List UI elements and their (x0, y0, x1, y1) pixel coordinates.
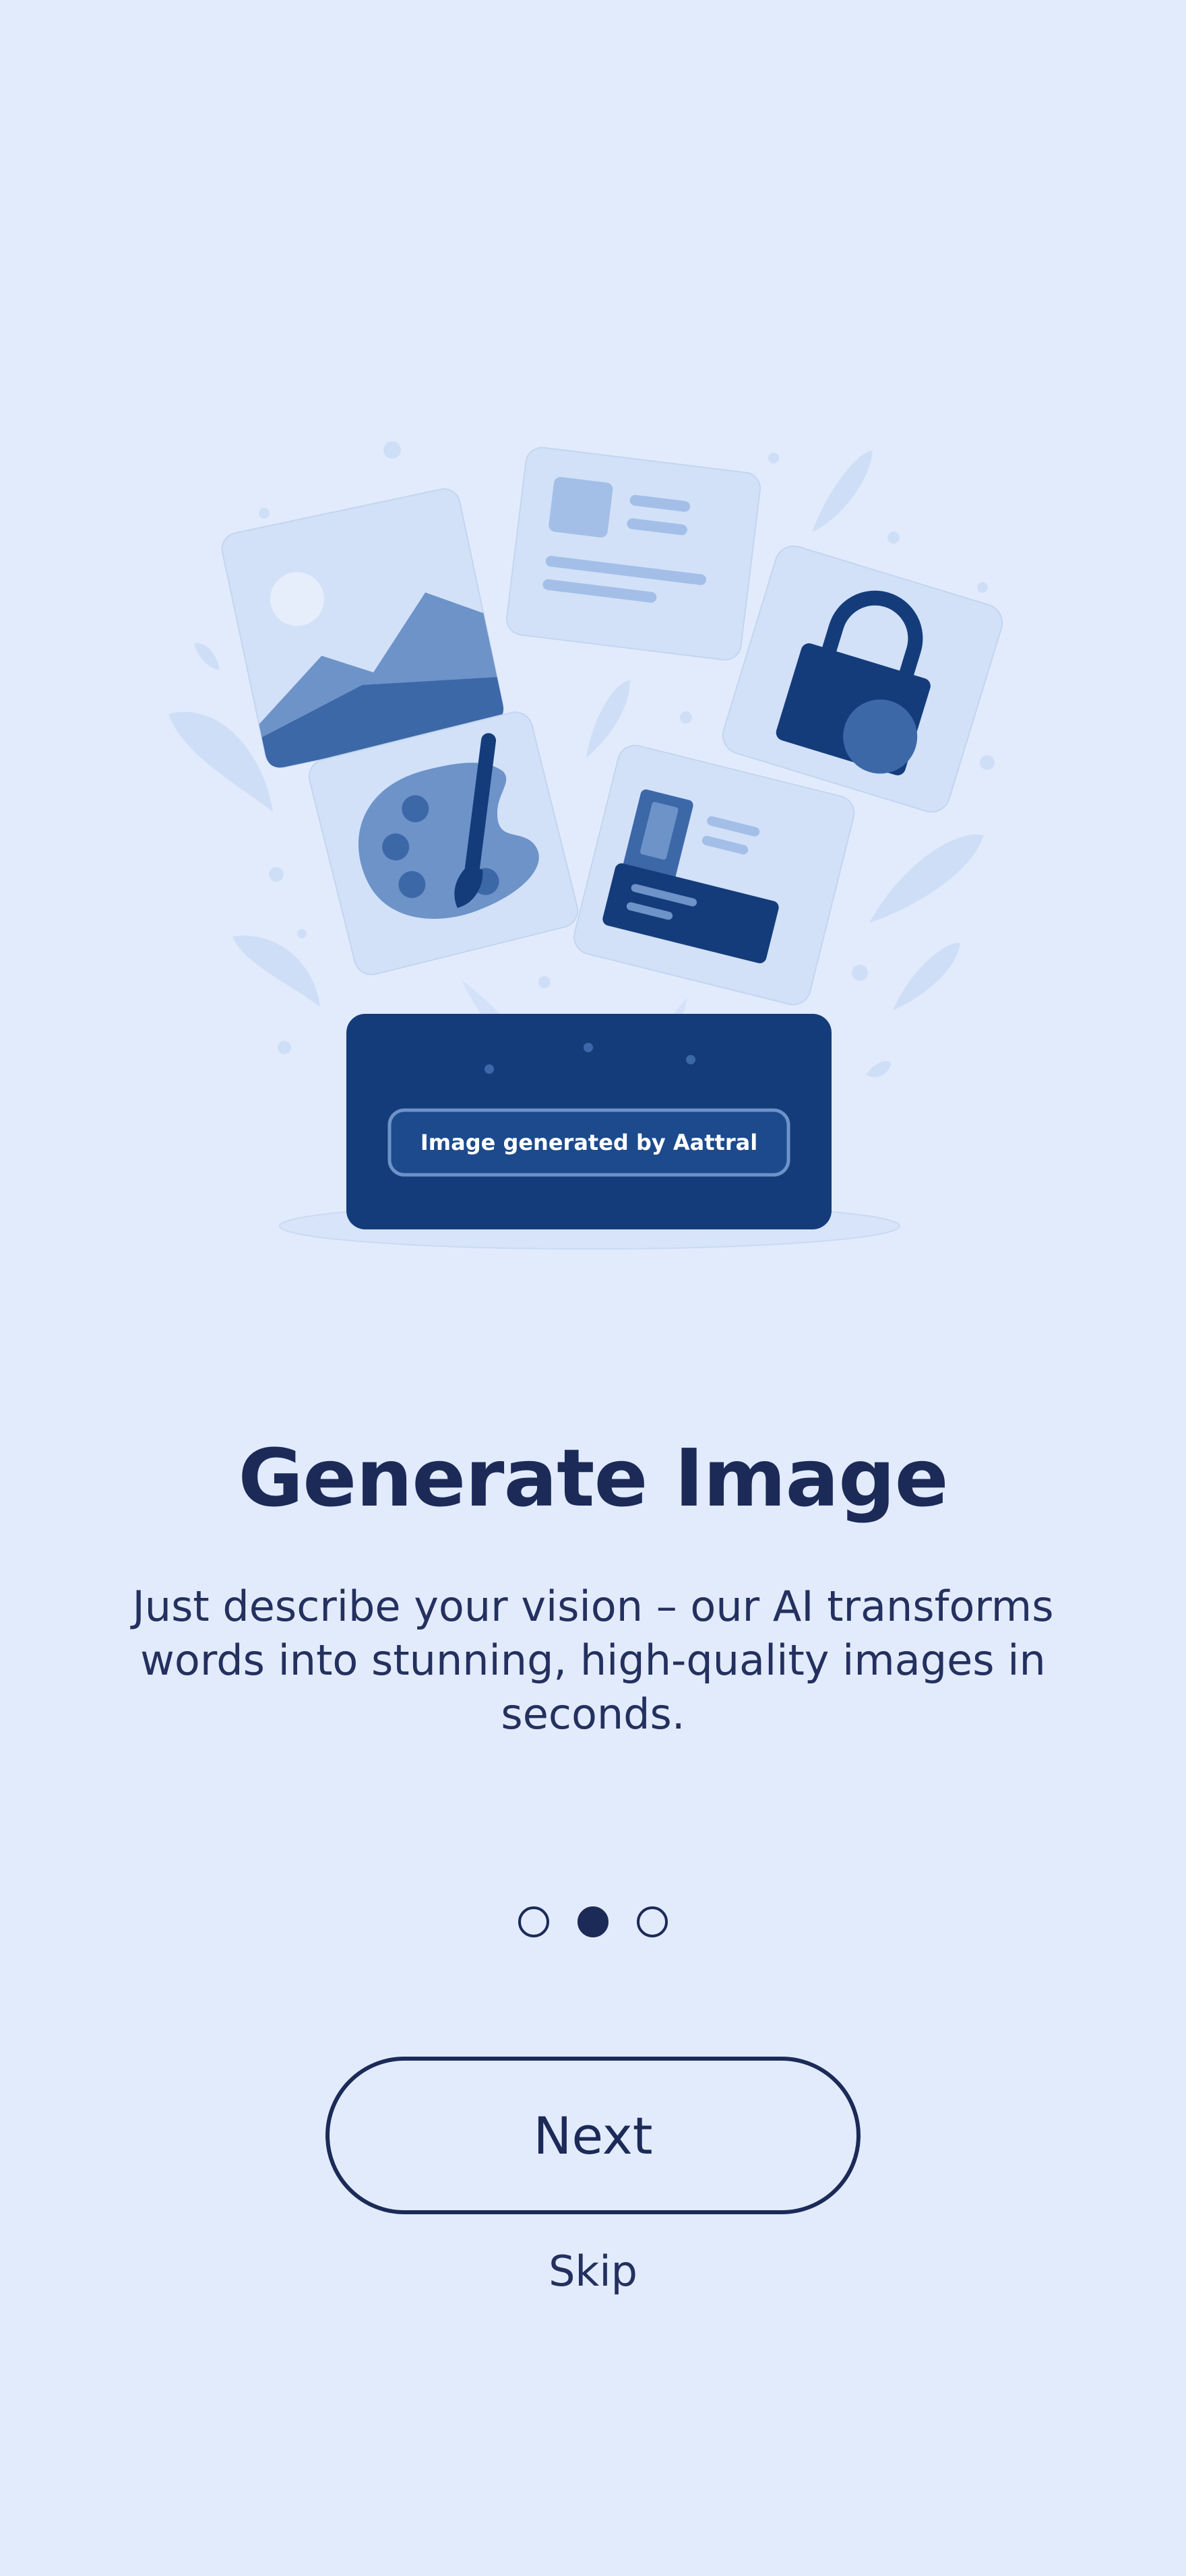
page-dot-2-active[interactable] (578, 1906, 608, 1937)
padlock-icon (722, 545, 1003, 813)
page-description: Just describe your vision – our AI trans… (132, 1582, 1054, 1739)
next-button[interactable]: Next (325, 2057, 861, 2214)
page-title: Generate Image (238, 1431, 948, 1524)
pagination-dots (0, 1906, 1186, 1937)
skip-link[interactable]: Skip (0, 2247, 1186, 2296)
page-dot-3[interactable] (637, 1906, 668, 1937)
text-card-icon (505, 447, 761, 661)
generated-image-caption: Image generated by Aattral (420, 1130, 758, 1155)
page-dot-1[interactable] (518, 1906, 549, 1937)
id-card-icon (573, 744, 855, 1006)
onboarding-illustration (168, 441, 1003, 1250)
